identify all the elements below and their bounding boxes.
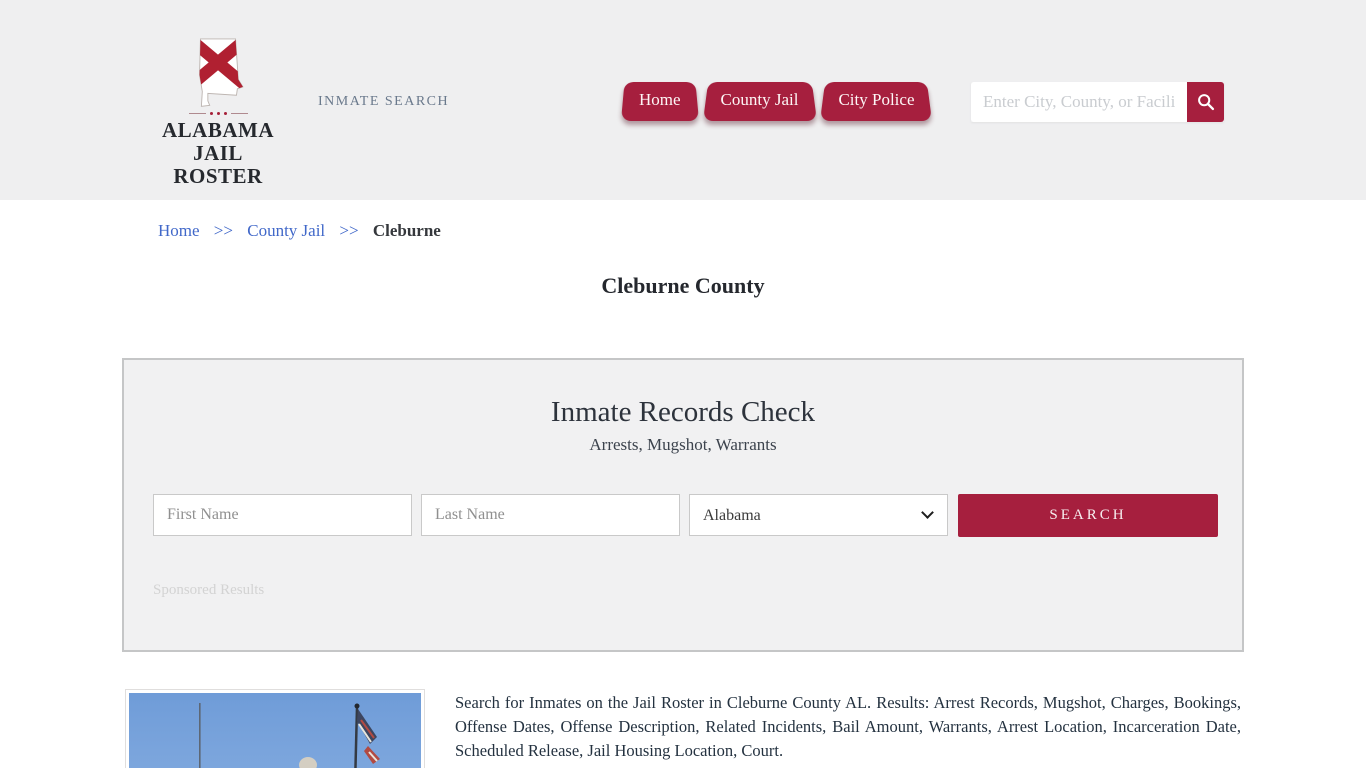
site-header: ALABAMA JAIL ROSTER INMATE SEARCH Home C… <box>0 0 1366 200</box>
page: ALABAMA JAIL ROSTER INMATE SEARCH Home C… <box>0 0 1366 768</box>
nav-county-jail-label: County Jail <box>720 90 799 109</box>
breadcrumb-current: Cleburne <box>372 221 441 240</box>
alabama-state-icon <box>199 38 244 107</box>
site-tagline: INMATE SEARCH <box>318 94 450 109</box>
nav-home-label: Home <box>639 90 681 109</box>
county-photo <box>125 689 425 768</box>
header-search-button[interactable] <box>1187 82 1224 122</box>
nav-county-jail-button[interactable]: County Jail <box>703 78 817 121</box>
page-title: Cleburne County <box>601 273 765 298</box>
breadcrumb-county-jail-link[interactable]: County Jail <box>247 221 325 240</box>
breadcrumb-separator: >> <box>339 221 359 240</box>
last-name-input[interactable] <box>421 494 680 536</box>
header-search <box>971 82 1224 122</box>
records-box-title: Inmate Records Check <box>550 396 816 428</box>
breadcrumb-home-link[interactable]: Home <box>158 221 200 240</box>
logo-text-line1: ALABAMA <box>162 118 274 142</box>
nav-city-police-label: City Police <box>838 90 915 109</box>
inmate-search-form: Alabama SEARCH <box>153 494 1218 537</box>
breadcrumb: Home >> County Jail >> Cleburne <box>158 221 441 241</box>
breadcrumb-separator: >> <box>213 221 233 240</box>
flag-sky-photo <box>129 693 421 768</box>
search-icon <box>1197 94 1214 111</box>
inmate-records-box: Inmate Records Check Arrests, Mugshot, W… <box>122 358 1244 652</box>
search-button[interactable]: SEARCH <box>958 494 1218 537</box>
logo-divider <box>150 112 286 115</box>
nav-home-button[interactable]: Home <box>621 78 699 121</box>
site-logo[interactable]: ALABAMA JAIL ROSTER <box>150 38 286 188</box>
county-description: Search for Inmates on the Jail Roster in… <box>455 693 1241 761</box>
logo-text-line2: JAIL ROSTER <box>173 141 263 188</box>
state-select[interactable]: Alabama <box>689 494 948 536</box>
records-box-subtitle: Arrests, Mugshot, Warrants <box>589 435 777 454</box>
sponsored-results-label: Sponsored Results <box>153 582 265 598</box>
main-nav: Home County Jail City Police <box>621 78 933 121</box>
facility-search-input[interactable] <box>971 82 1187 122</box>
first-name-input[interactable] <box>153 494 412 536</box>
nav-city-police-button[interactable]: City Police <box>820 78 932 121</box>
state-select-wrap: Alabama <box>689 494 948 537</box>
